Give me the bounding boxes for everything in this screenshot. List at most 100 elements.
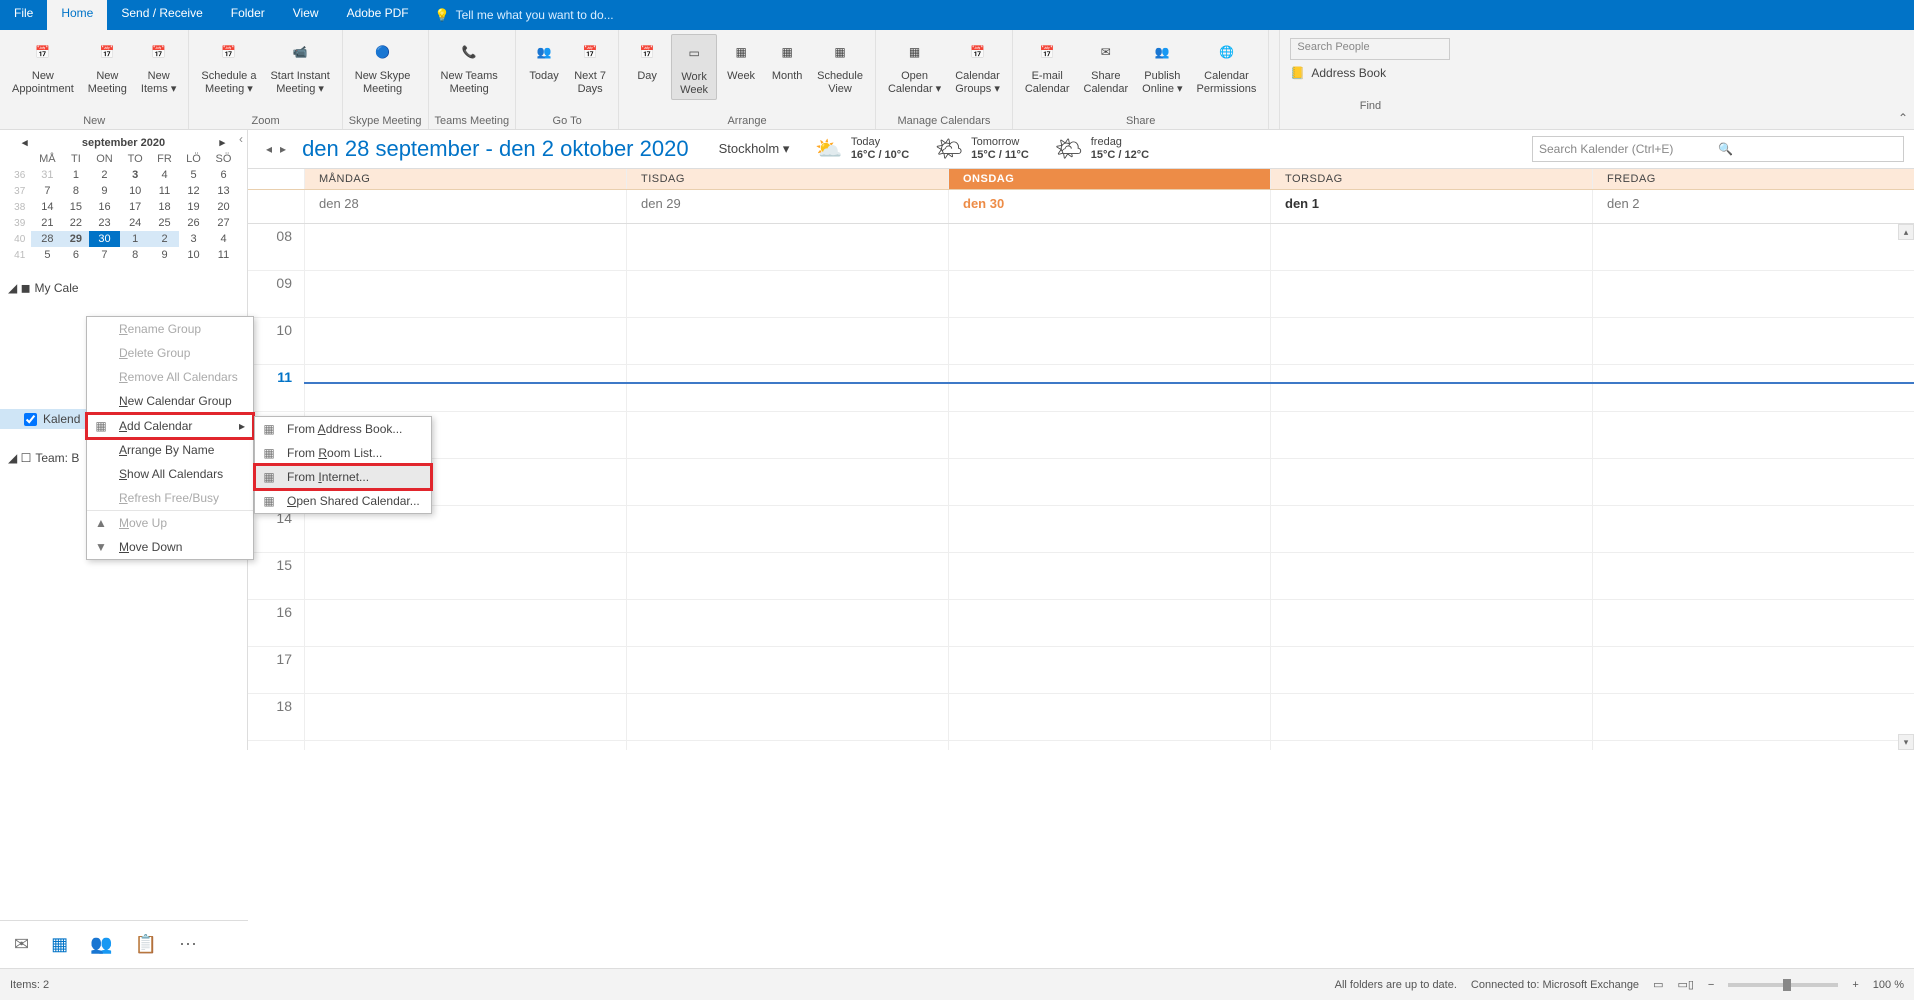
tab-folder[interactable]: Folder xyxy=(217,0,279,30)
mini-cal-day[interactable]: 17 xyxy=(120,199,150,215)
weather-location[interactable]: Stockholm ▾ xyxy=(719,141,790,157)
tell-me[interactable]: 💡 Tell me what you want to do... xyxy=(423,0,626,30)
zoom-in-button[interactable]: + xyxy=(1852,979,1858,991)
mini-cal-day[interactable]: 30 xyxy=(89,231,121,247)
day-header[interactable]: ONSDAG xyxy=(948,169,1270,189)
mini-cal-day[interactable]: 24 xyxy=(120,215,150,231)
day-column[interactable] xyxy=(1270,224,1592,750)
time-slot[interactable] xyxy=(305,694,626,741)
time-slot[interactable] xyxy=(1271,271,1592,318)
mini-cal-day[interactable]: 23 xyxy=(89,215,121,231)
time-slot[interactable] xyxy=(305,318,626,365)
mini-cal-day[interactable]: 9 xyxy=(150,247,179,263)
time-slot[interactable] xyxy=(1271,506,1592,553)
time-slot[interactable] xyxy=(305,600,626,647)
ribbon-button[interactable]: 📅E-mailCalendar xyxy=(1019,34,1076,98)
weather-day[interactable]: 🌤fredag15°C / 12°C xyxy=(1055,136,1149,162)
time-slot[interactable] xyxy=(1271,412,1592,459)
ribbon-button[interactable]: 👥PublishOnline ▾ xyxy=(1136,34,1188,98)
mini-cal-day[interactable]: 8 xyxy=(120,247,150,263)
prev-month-button[interactable]: ◂ xyxy=(22,136,28,149)
mini-cal-day[interactable]: 4 xyxy=(150,167,179,183)
mini-cal-day[interactable]: 16 xyxy=(89,199,121,215)
time-slot[interactable] xyxy=(1271,694,1592,741)
mini-cal-day[interactable]: 2 xyxy=(150,231,179,247)
day-date[interactable]: den 1 xyxy=(1270,190,1592,223)
mini-cal-day[interactable]: 12 xyxy=(179,183,208,199)
scroll-down-button[interactable]: ▾ xyxy=(1898,734,1914,750)
zoom-slider[interactable] xyxy=(1728,983,1838,987)
time-slot[interactable] xyxy=(627,600,948,647)
mini-cal-day[interactable]: 3 xyxy=(179,231,208,247)
scroll-up-button[interactable]: ▴ xyxy=(1898,224,1914,240)
menu-item[interactable]: Show All Calendars xyxy=(87,462,253,486)
grid-scrollbar[interactable]: ▴ ▾ xyxy=(1898,224,1914,750)
mini-cal-day[interactable]: 3 xyxy=(120,167,150,183)
mini-cal-day[interactable]: 27 xyxy=(208,215,239,231)
time-slot[interactable] xyxy=(305,553,626,600)
tab-sendreceive[interactable]: Send / Receive xyxy=(107,0,216,30)
time-slot[interactable] xyxy=(1593,412,1914,459)
mini-cal-day[interactable]: 7 xyxy=(31,183,63,199)
weather-day[interactable]: 🌤Tomorrow15°C / 11°C xyxy=(935,136,1029,162)
nav-more-icon[interactable]: ⋯ xyxy=(179,934,197,955)
mini-cal-day[interactable]: 13 xyxy=(208,183,239,199)
day-column[interactable] xyxy=(626,224,948,750)
time-slot[interactable] xyxy=(1271,553,1592,600)
mini-cal-day[interactable]: 20 xyxy=(208,199,239,215)
time-slot[interactable] xyxy=(627,647,948,694)
ribbon-button[interactable]: 📅CalendarGroups ▾ xyxy=(949,34,1006,98)
time-slot[interactable] xyxy=(949,318,1270,365)
mini-cal-day[interactable]: 2 xyxy=(89,167,121,183)
mini-cal-day[interactable]: 9 xyxy=(89,183,121,199)
nav-people-icon[interactable]: 👥 xyxy=(90,934,112,955)
tab-file[interactable]: File xyxy=(0,0,47,30)
mini-cal-day[interactable]: 10 xyxy=(120,183,150,199)
time-slot[interactable] xyxy=(949,600,1270,647)
time-slot[interactable] xyxy=(305,647,626,694)
my-calendars-group[interactable]: ◢ ◼ My Cale xyxy=(0,277,247,299)
mini-cal-day[interactable]: 21 xyxy=(31,215,63,231)
prev-range-button[interactable]: ◂ xyxy=(266,142,272,156)
ribbon-button[interactable]: 📹Start InstantMeeting ▾ xyxy=(264,34,335,98)
mini-cal-grid[interactable]: MÅTIONTOFRLÖSÖ36311234563778910111213381… xyxy=(8,151,239,263)
time-slot[interactable] xyxy=(627,271,948,318)
day-date[interactable]: den 29 xyxy=(626,190,948,223)
ribbon-button[interactable]: ✉ShareCalendar xyxy=(1078,34,1135,98)
mini-cal-day[interactable]: 11 xyxy=(150,183,179,199)
time-slot[interactable] xyxy=(627,506,948,553)
day-column[interactable] xyxy=(1592,224,1914,750)
mini-cal-month[interactable]: september 2020 xyxy=(82,137,165,149)
ribbon-button[interactable]: 📅NewMeeting xyxy=(82,34,133,98)
day-date[interactable]: den 30 xyxy=(948,190,1270,223)
time-slot[interactable] xyxy=(627,224,948,271)
mini-cal-day[interactable]: 19 xyxy=(179,199,208,215)
time-slot[interactable] xyxy=(1271,459,1592,506)
submenu-item[interactable]: ▦Open Shared Calendar... xyxy=(255,489,431,513)
mini-cal-day[interactable]: 10 xyxy=(179,247,208,263)
weather-day[interactable]: ⛅Today16°C / 10°C xyxy=(815,136,909,162)
submenu-item[interactable]: ▦From Internet... xyxy=(255,465,431,489)
time-slot[interactable] xyxy=(627,318,948,365)
ribbon-button[interactable]: 📞New TeamsMeeting xyxy=(435,34,504,98)
day-date[interactable]: den 2 xyxy=(1592,190,1914,223)
mini-cal-day[interactable]: 26 xyxy=(179,215,208,231)
mini-cal-day[interactable]: 6 xyxy=(208,167,239,183)
nav-calendar-icon[interactable]: ▦ xyxy=(51,934,68,955)
tab-home[interactable]: Home xyxy=(47,0,107,30)
time-slot[interactable] xyxy=(1271,318,1592,365)
ribbon-collapse-button[interactable]: ⌃ xyxy=(1898,111,1908,125)
mini-cal-day[interactable]: 29 xyxy=(63,231,88,247)
search-icon[interactable]: 🔍 xyxy=(1718,142,1897,156)
submenu-item[interactable]: ▦From Room List... xyxy=(255,441,431,465)
mini-cal-day[interactable]: 22 xyxy=(63,215,88,231)
time-slot[interactable] xyxy=(1593,271,1914,318)
day-header[interactable]: FREDAG xyxy=(1592,169,1914,189)
time-slot[interactable] xyxy=(1271,600,1592,647)
time-slot[interactable] xyxy=(1593,459,1914,506)
submenu-item[interactable]: ▦From Address Book... xyxy=(255,417,431,441)
time-slot[interactable] xyxy=(627,553,948,600)
mini-cal-day[interactable]: 25 xyxy=(150,215,179,231)
day-header[interactable]: TISDAG xyxy=(626,169,948,189)
time-slot[interactable] xyxy=(949,412,1270,459)
